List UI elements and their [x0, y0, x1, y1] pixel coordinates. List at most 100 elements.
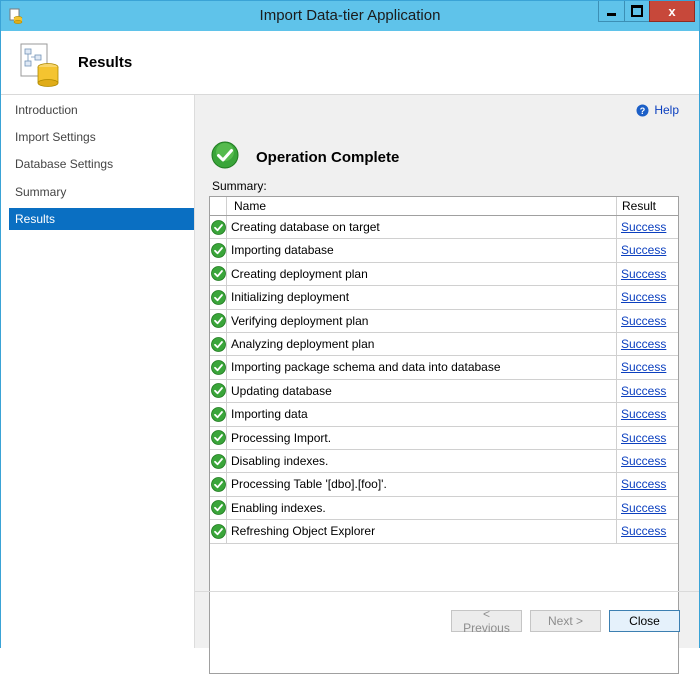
row-name: Importing data — [227, 403, 617, 427]
check-circle-icon — [210, 477, 226, 492]
row-result-link[interactable]: Success — [621, 360, 666, 374]
maximize-button[interactable] — [624, 1, 650, 22]
row-name: Refreshing Object Explorer — [227, 520, 617, 544]
close-window-button[interactable]: x — [649, 1, 695, 22]
summary-label: Summary: — [212, 179, 267, 193]
check-circle-icon — [210, 289, 226, 305]
check-circle-icon — [210, 453, 226, 469]
row-status-cell — [210, 473, 227, 497]
close-button[interactable]: Close — [609, 610, 680, 632]
title-bar[interactable]: Import Data-tier Application x — [1, 1, 699, 31]
check-circle-icon — [210, 500, 226, 516]
column-header-icon — [210, 197, 227, 215]
table-row: Refreshing Object Explorer Success — [210, 520, 678, 544]
table-row: Updating database Success — [210, 379, 678, 404]
row-result-link[interactable]: Success — [621, 524, 666, 538]
main-content: ? Help Operation Complete Summary: Name … — [195, 95, 699, 674]
row-name: Processing Table '[dbo].[foo]'. — [227, 473, 617, 497]
row-result-cell: Success — [617, 263, 678, 287]
table-row: Initializing deployment Success — [210, 286, 678, 310]
table-row: Verifying deployment plan Success — [210, 309, 678, 333]
nav-item-results[interactable]: Results — [9, 208, 194, 230]
row-name: Enabling indexes. — [227, 496, 617, 521]
row-name: Importing database — [227, 239, 617, 263]
row-result-link[interactable]: Success — [621, 337, 666, 351]
row-name: Processing Import. — [227, 426, 617, 450]
dialog-window: Import Data-tier Application x Results I… — [0, 0, 700, 674]
row-result-link[interactable]: Success — [621, 407, 666, 421]
nav-item-summary[interactable]: Summary — [9, 181, 194, 203]
minimize-button[interactable] — [598, 1, 625, 22]
help-label[interactable]: Help — [654, 103, 679, 117]
row-status-cell — [210, 356, 227, 380]
check-circle-icon — [210, 313, 226, 329]
row-status-cell — [210, 286, 227, 310]
nav-item-import-settings[interactable]: Import Settings — [9, 126, 194, 148]
row-result-cell: Success — [617, 450, 678, 474]
row-result-link[interactable]: Success — [621, 220, 666, 234]
row-result-link[interactable]: Success — [621, 431, 666, 445]
column-header-result[interactable]: Result — [617, 197, 678, 215]
check-circle-icon — [210, 243, 226, 258]
close-icon: x — [668, 3, 676, 19]
results-grid: Name Result Creating database on target S… — [209, 196, 679, 674]
row-status-cell — [210, 426, 227, 450]
nav-item-database-settings[interactable]: Database Settings — [9, 153, 194, 175]
check-circle-icon — [210, 266, 226, 282]
row-result-link[interactable]: Success — [621, 243, 666, 257]
table-row: Creating database on target Success — [210, 216, 678, 240]
row-result-cell: Success — [617, 333, 678, 357]
check-circle-icon — [210, 360, 226, 375]
row-name: Creating database on target — [227, 216, 617, 240]
table-row: Enabling indexes. Success — [210, 496, 678, 521]
row-result-link[interactable]: Success — [621, 501, 666, 515]
row-status-cell — [210, 379, 227, 404]
row-result-link[interactable]: Success — [621, 314, 666, 328]
status-title: Operation Complete — [256, 149, 400, 166]
row-status-cell — [210, 333, 227, 357]
next-button[interactable]: Next > — [530, 610, 601, 632]
row-status-cell — [210, 520, 227, 544]
row-result-cell: Success — [617, 403, 678, 427]
column-header-name[interactable]: Name — [227, 197, 617, 215]
check-circle-icon — [210, 523, 226, 539]
table-row: Importing package schema and data into d… — [210, 356, 678, 380]
help-link[interactable]: ? Help — [636, 103, 679, 117]
nav-item-introduction[interactable]: Introduction — [9, 99, 194, 121]
table-row: Analyzing deployment plan Success — [210, 333, 678, 357]
check-circle-icon — [210, 219, 226, 235]
row-result-cell: Success — [617, 473, 678, 497]
row-name: Analyzing deployment plan — [227, 333, 617, 357]
row-result-cell: Success — [617, 310, 678, 333]
row-status-cell — [210, 216, 227, 240]
row-name: Updating database — [227, 379, 617, 404]
row-status-cell — [210, 262, 227, 287]
row-status-cell — [210, 239, 227, 263]
check-circle-icon — [210, 430, 226, 446]
row-result-link[interactable]: Success — [621, 454, 666, 468]
grid-header: Name Result — [210, 197, 678, 216]
row-status-cell — [210, 403, 227, 427]
row-result-cell: Success — [617, 380, 678, 404]
row-status-cell — [210, 496, 227, 521]
page-title: Results — [78, 54, 133, 71]
row-result-link[interactable]: Success — [621, 384, 666, 398]
check-circle-icon — [210, 383, 226, 399]
row-name: Initializing deployment — [227, 286, 617, 310]
row-name: Creating deployment plan — [227, 262, 617, 287]
help-icon: ? — [636, 104, 649, 116]
check-circle-icon — [210, 336, 226, 352]
check-circle-icon — [210, 406, 226, 422]
database-wizard-icon — [20, 43, 59, 87]
row-result-link[interactable]: Success — [621, 267, 666, 281]
svg-text:?: ? — [640, 106, 646, 116]
row-result-link[interactable]: Success — [621, 290, 666, 304]
row-status-cell — [210, 309, 227, 333]
row-result-link[interactable]: Success — [621, 477, 666, 491]
table-row: Disabling indexes. Success — [210, 450, 678, 474]
page-header: Results — [1, 31, 699, 95]
table-row: Importing database Success — [210, 239, 678, 263]
row-result-cell: Success — [617, 356, 678, 380]
previous-button[interactable]: < Previous — [451, 607, 522, 635]
row-result-cell: Success — [617, 239, 678, 263]
